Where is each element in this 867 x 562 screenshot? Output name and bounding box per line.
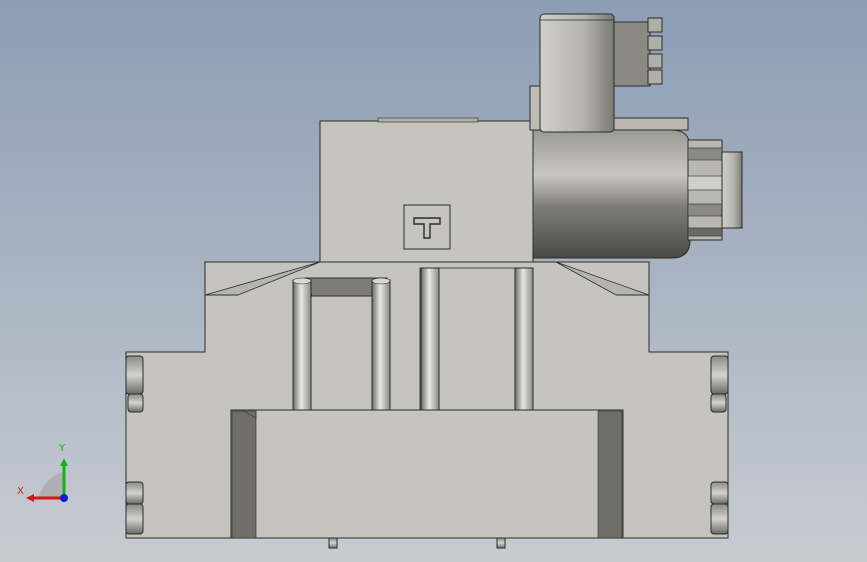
- locating-pins: [328, 537, 506, 549]
- subplate-block[interactable]: [230, 409, 624, 539]
- y-axis-label: Y: [59, 443, 66, 454]
- solenoid-coil[interactable]: [532, 129, 743, 259]
- valve-model[interactable]: [0, 0, 867, 562]
- connector-plug[interactable]: [529, 13, 689, 133]
- x-axis-label: X: [17, 486, 24, 497]
- graphics-viewport[interactable]: X Y: [0, 0, 867, 562]
- pilot-valve-body[interactable]: [319, 117, 534, 263]
